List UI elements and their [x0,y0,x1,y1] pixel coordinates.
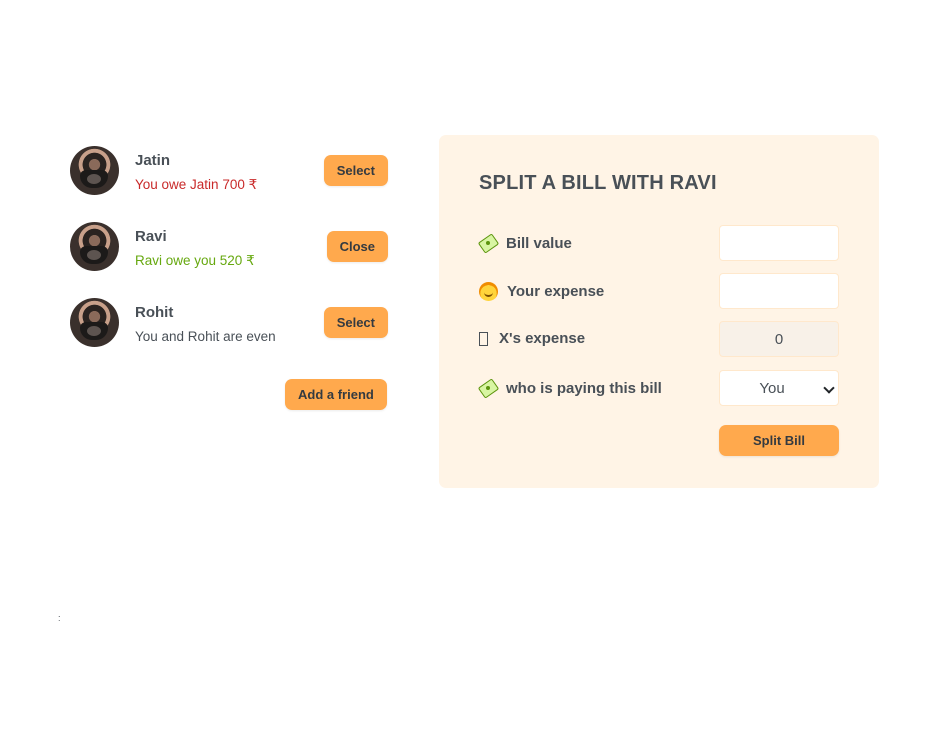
friend-name: Ravi [135,228,167,245]
close-friend-button[interactable]: Close [326,231,388,262]
money-icon [479,234,497,252]
split-bill-form: SPLIT A BILL WITH RAVI Bill value Your e… [439,135,879,488]
friend-expense-row: X's expense 0 [479,321,839,357]
chevron-down-icon [823,382,835,394]
friend-expense-field: 0 [719,321,839,357]
money-icon [479,379,497,397]
bill-value-label: Bill value [506,234,572,252]
placeholder-glyph-icon [479,331,488,346]
payer-row: who is paying this bill You [479,370,839,406]
split-bill-button[interactable]: Split Bill [719,425,839,456]
payer-label: who is paying this bill [506,379,662,397]
stray-text: : [58,613,61,623]
friend-item-jatin: Jatin You owe Jatin 700 ₹ Select [70,146,388,222]
avatar [70,298,119,347]
bill-value-input[interactable] [719,225,839,261]
friend-name: Rohit [135,304,174,321]
payer-select[interactable]: You [719,370,839,406]
friend-item-ravi: Ravi Ravi owe you 520 ₹ Close [70,222,388,298]
friend-item-rohit: Rohit You and Rohit are even Select [70,298,388,374]
friend-expense-label: X's expense [499,330,586,347]
payer-selected-value: You [759,379,785,397]
add-friend-button[interactable]: Add a friend [285,379,387,410]
select-friend-button[interactable]: Select [323,307,388,338]
friend-name: Jatin [135,152,171,169]
avatar [70,146,119,195]
face-icon [479,282,498,301]
friend-balance: You and Rohit are even [135,329,276,344]
split-bill-title: SPLIT A BILL WITH RAVI [479,172,717,194]
your-expense-input[interactable] [719,273,839,309]
select-friend-button[interactable]: Select [323,155,388,186]
avatar [70,222,119,271]
friends-list: Jatin You owe Jatin 700 ₹ Select Ravi Ra… [70,146,388,410]
bill-value-row: Bill value [479,225,839,261]
friend-balance: Ravi owe you 520 ₹ [135,253,255,268]
your-expense-label: Your expense [507,283,605,300]
friend-balance: You owe Jatin 700 ₹ [135,177,258,192]
your-expense-row: Your expense [479,273,839,309]
